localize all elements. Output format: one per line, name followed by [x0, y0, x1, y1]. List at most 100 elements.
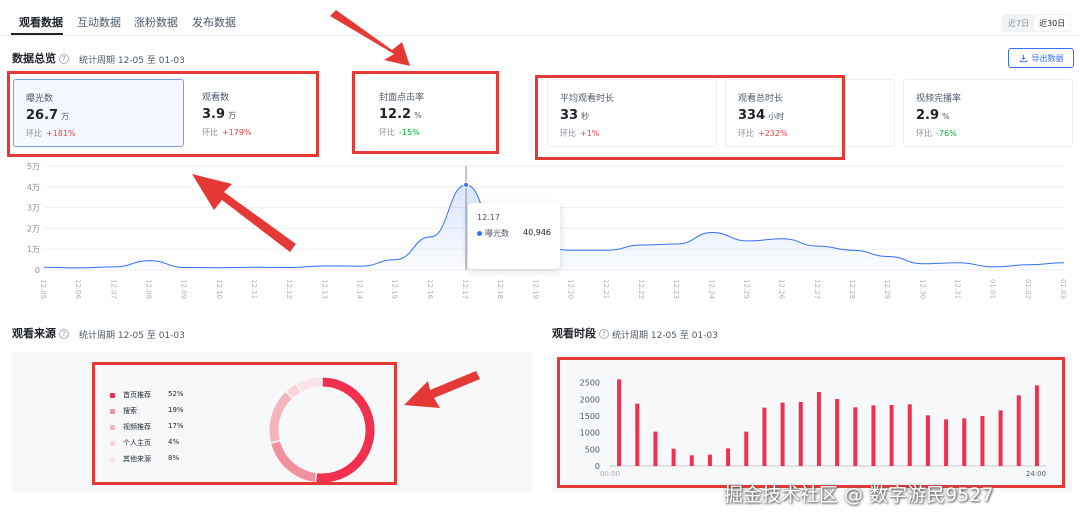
x-tick-label: 12.30 [918, 279, 926, 299]
time-slots-period: 统计周期 12-05 至 01-03 [612, 331, 718, 341]
compare-label: 环比 [26, 129, 42, 138]
bar [1034, 385, 1039, 466]
x-tick-label: 01.02 [1024, 279, 1032, 299]
x-tick-label: 12.22 [637, 279, 645, 299]
metric-value: 2.9% [916, 108, 950, 123]
bar [1016, 395, 1021, 466]
question-circle-icon[interactable]: ? [59, 54, 69, 64]
legend-swatch [110, 425, 115, 430]
sources-donut-chart [269, 377, 375, 483]
x-tick-label: 12.08 [145, 279, 153, 299]
y-tick-label: 2000 [580, 395, 600, 404]
chart-tooltip: 12.17 曝光数 40,946 [468, 203, 560, 269]
x-tick-label: 12.13 [320, 279, 328, 299]
bar [762, 407, 767, 466]
date-range-toggle: 近7日 近30日 [1002, 14, 1072, 32]
bar [925, 415, 930, 466]
metric-label: 观看总时长 [738, 94, 784, 104]
legend-percent: 52% [168, 390, 184, 398]
x-tick-label: 12.17 [461, 279, 469, 299]
y-tick-label: 2万 [27, 224, 40, 233]
metric-card-cover-ctr[interactable]: 封面点击率 12.2% 环比 -15% [367, 79, 495, 147]
range-7-days[interactable]: 近7日 [1003, 15, 1034, 31]
metric-value: 26.7 万 [26, 108, 69, 123]
bar [798, 402, 803, 466]
overview-title: 数据总览? [12, 50, 69, 66]
y-tick-label: 1万 [27, 245, 40, 254]
y-tick-label: 3万 [27, 204, 40, 213]
tab-publish-data[interactable]: 发布数据 [192, 14, 236, 30]
metric-card-impressions[interactable]: 曝光数 26.7 万 环比 +181% [13, 79, 184, 147]
y-tick-label: 5万 [27, 162, 40, 171]
donut-slice [269, 392, 292, 443]
time-slots-title-text: 观看时段 [552, 327, 596, 340]
question-circle-icon[interactable]: ? [59, 329, 69, 339]
metric-card-completion-rate[interactable]: 视频完播率 2.9% 环比 -76% [903, 79, 1073, 147]
legend-name: 个人主页 [123, 439, 151, 447]
bar [707, 454, 712, 466]
y-tick-label: 2500 [580, 379, 600, 388]
compare-label: 环比 [202, 128, 218, 137]
metric-value: 12.2% [379, 107, 422, 122]
sources-title-text: 观看来源 [12, 327, 56, 340]
metric-card-views[interactable]: 观看数 3.9 万 环比 +179% [190, 79, 318, 147]
x-tick-label: 12.10 [215, 279, 223, 299]
x-tick-label: 12.26 [778, 279, 786, 300]
time-slots-title: 观看时段? [552, 325, 609, 341]
legend-name: 视频推荐 [123, 423, 151, 431]
bar [780, 402, 785, 466]
tooltip-value: 40,946 [523, 228, 551, 237]
metric-delta: +1% [580, 129, 600, 138]
metric-number: 33 [560, 108, 579, 123]
x-tick-label: 12.23 [672, 279, 680, 299]
metric-card-avg-watch-time[interactable]: 平均观看时长 33 秒 环比 +1% [547, 79, 717, 147]
metric-label: 平均观看时长 [560, 94, 615, 104]
time-slots-bar-chart: 0500100015002000250000:00 24:00 [580, 379, 1046, 478]
x-tick-label: 12.21 [602, 279, 610, 299]
legend-swatch [110, 457, 115, 462]
metric-card-total-watch-time[interactable]: 观看总时长 334 小时 环比 +232% [725, 79, 895, 147]
metric-number: 2.9 [916, 108, 940, 123]
y-tick-label: 1500 [580, 412, 600, 421]
tooltip-series-name: 曝光数 [485, 229, 509, 238]
x-tick-label: 12.16 [426, 279, 434, 300]
bar [871, 405, 876, 466]
y-tick-label: 4万 [27, 183, 40, 192]
sources-period: 统计周期 12-05 至 01-03 [79, 331, 185, 341]
legend-percent: 19% [168, 406, 184, 414]
export-data-button[interactable]: 导出数据 [1008, 48, 1074, 68]
question-circle-icon[interactable]: ? [599, 329, 609, 339]
bar [635, 403, 640, 466]
metric-label: 观看数 [202, 93, 230, 103]
bar [653, 431, 658, 466]
metric-label: 封面点击率 [379, 93, 425, 103]
tab-interaction-data[interactable]: 互动数据 [77, 14, 121, 30]
donut-slice [271, 441, 317, 482]
tooltip-series-dot [477, 231, 482, 236]
bar [889, 405, 894, 466]
bar [726, 448, 731, 466]
metric-number: 26.7 [26, 108, 59, 123]
y-tick-label: 0 [35, 266, 40, 275]
metric-unit: 万 [61, 112, 70, 121]
bar [944, 419, 949, 466]
metric-unit: 小时 [768, 112, 785, 121]
sources-title: 观看来源? [12, 325, 69, 341]
x-tick-label: 24:00 [1026, 470, 1046, 478]
tab-follower-data[interactable]: 涨粉数据 [134, 14, 178, 30]
bar [962, 418, 967, 466]
x-tick-label: 12.15 [391, 279, 399, 299]
metric-number: 3.9 [202, 107, 226, 122]
legend-name: 首页推荐 [123, 391, 151, 399]
metric-unit: % [942, 112, 950, 121]
range-30-days[interactable]: 近30日 [1034, 15, 1071, 31]
metric-compare: 环比 +179% [202, 127, 252, 138]
bar [689, 455, 694, 466]
legend-percent: 4% [168, 438, 180, 446]
tab-watch-data[interactable]: 观看数据 [19, 14, 63, 30]
metric-unit: % [414, 111, 422, 120]
metric-value: 334 小时 [738, 108, 784, 123]
watermark: 掘金技术社区 @ 数字游民9527 [724, 484, 994, 506]
metric-number: 12.2 [379, 107, 412, 122]
metric-delta: +181% [46, 129, 76, 138]
